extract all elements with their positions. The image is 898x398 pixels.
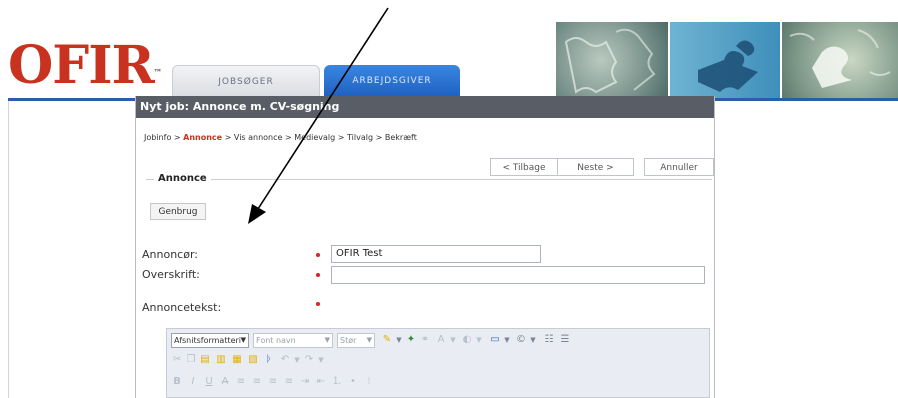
highlight-pen-icon[interactable]: ✎ — [381, 334, 393, 346]
breadcrumb-separator: > — [224, 133, 232, 142]
back-button[interactable]: < Tilbage — [490, 158, 558, 176]
next-button[interactable]: Neste > — [558, 158, 634, 176]
background-color-icon[interactable]: ◐ — [461, 334, 473, 346]
paste-word-icon[interactable]: ▦ — [231, 354, 243, 366]
unordered-list-icon[interactable]: • — [347, 376, 359, 388]
cut-icon[interactable]: ✂ — [171, 354, 183, 366]
chevron-down-icon: ▼ — [240, 336, 246, 344]
font-name-value: Font navn — [256, 336, 296, 345]
font-color-icon[interactable]: A — [435, 334, 447, 346]
font-size-select[interactable]: Stør ▼ — [337, 333, 375, 348]
breadcrumb-separator: > — [285, 133, 292, 142]
page-break-icon[interactable]: ☰ — [559, 334, 571, 346]
annoncor-field[interactable]: OFIR Test — [331, 245, 541, 263]
chevron-down-icon: ▼ — [366, 336, 372, 344]
puzzle-banner-image-2 — [670, 22, 780, 98]
align-center-icon[interactable]: ≡ — [251, 376, 263, 388]
paragraph-format-select[interactable]: Afsnitsformatteri ▼ — [171, 333, 249, 348]
underline-icon[interactable]: U — [203, 376, 215, 388]
tab-arbejdsgiver-label: ARBEJDSGIVER — [352, 76, 432, 86]
overskrift-field[interactable] — [331, 266, 705, 284]
puzzle-banner-image-3 — [782, 22, 898, 98]
paste-html-icon[interactable]: ▧ — [247, 354, 259, 366]
breadcrumb-item-annonce[interactable]: Annonce — [183, 133, 222, 142]
chevron-down-icon[interactable]: ▼ — [501, 334, 513, 346]
outdent-icon[interactable]: ⇤ — [315, 376, 327, 388]
font-size-value: Stør — [340, 336, 357, 345]
fieldset-divider — [146, 179, 712, 180]
chevron-down-icon[interactable]: ▼ — [393, 334, 405, 346]
required-marker — [316, 302, 320, 306]
section-legend: Annonce — [154, 173, 211, 184]
annoncetekst-label: Annoncetekst: — [142, 301, 222, 314]
chevron-down-icon[interactable]: ▼ — [315, 354, 327, 366]
editor-toolbar-row-1: Afsnitsformatteri ▼ Font navn ▼ Stør ▼ ✎… — [171, 331, 707, 349]
annoncetekst-editor[interactable]: Afsnitsformatteri ▼ Font navn ▼ Stør ▼ ✎… — [166, 328, 710, 398]
redo-icon[interactable]: ↷ — [303, 354, 315, 366]
ofir-logo[interactable]: OFIR™ — [8, 40, 162, 92]
strikethrough-icon[interactable]: A — [219, 376, 231, 388]
align-justify-icon[interactable]: ≡ — [283, 376, 295, 388]
left-rule — [8, 101, 9, 398]
job-form-panel: Nyt job: Annonce m. CV-søgning Jobinfo >… — [135, 96, 715, 398]
genbrug-button[interactable]: Genbrug — [150, 203, 206, 220]
indent-icon[interactable]: ⇥ — [299, 376, 311, 388]
logo-text: OFIR — [8, 35, 155, 96]
align-right-icon[interactable]: ≡ — [267, 376, 279, 388]
source-view-icon[interactable]: ☷ — [543, 334, 555, 346]
breadcrumb-item-vis-annonce[interactable]: Vis annonce — [234, 133, 283, 142]
editor-toolbar-row-2: ✂ ❐ ▤ ▥ ▦ ▧ ᚦ ↶ ▼ ↷ ▼ — [171, 351, 707, 369]
link-icon[interactable]: ⚭ — [419, 334, 431, 346]
chevron-down-icon[interactable]: ▼ — [473, 334, 485, 346]
breadcrumb-item-tilvalg[interactable]: Tilvalg — [347, 133, 373, 142]
overskrift-label: Overskrift: — [142, 268, 200, 281]
paragraph-format-value: Afsnitsformatteri — [174, 336, 242, 345]
tab-arbejdsgiver[interactable]: ARBEJDSGIVER — [324, 65, 460, 98]
breadcrumb-item-medievalg[interactable]: Medievalg — [294, 133, 335, 142]
chevron-down-icon[interactable]: ▼ — [527, 334, 539, 346]
breadcrumb: Jobinfo > Annonce > Vis annonce > Mediev… — [144, 133, 417, 142]
annoncor-label: Annoncør: — [142, 248, 198, 261]
tab-jobsoger-label: JOBSØGER — [218, 77, 274, 87]
panel-title: Nyt job: Annonce m. CV-søgning — [136, 96, 714, 118]
breadcrumb-separator: > — [375, 133, 383, 142]
chevron-down-icon: ▼ — [324, 336, 330, 344]
chevron-down-icon[interactable]: ▼ — [447, 334, 459, 346]
table-icon[interactable]: ▭ — [489, 334, 501, 346]
undo-icon[interactable]: ↶ — [279, 354, 291, 366]
breadcrumb-item-bekraeft[interactable]: Bekræft — [385, 133, 417, 142]
breadcrumb-separator: > — [337, 133, 345, 142]
breadcrumb-separator: > — [173, 133, 181, 142]
required-marker — [316, 273, 320, 277]
cancel-button[interactable]: Annuller — [644, 158, 714, 176]
text-color-icon[interactable]: ✦ — [405, 334, 417, 346]
chevron-down-icon[interactable]: ▼ — [291, 354, 303, 366]
bold-icon[interactable]: B — [171, 376, 183, 388]
ordered-list-icon[interactable]: ⒈ — [331, 376, 343, 388]
special-char-icon[interactable]: © — [515, 334, 527, 346]
editor-toolbar-row-3: B I U A ≡ ≡ ≡ ≡ ⇥ ⇤ ⒈ • ⁝ — [171, 373, 707, 391]
font-name-select[interactable]: Font navn ▼ — [253, 333, 333, 348]
paste-text-icon[interactable]: ▥ — [215, 354, 227, 366]
align-left-icon[interactable]: ≡ — [235, 376, 247, 388]
puzzle-banner-image-1 — [556, 22, 668, 98]
italic-icon[interactable]: I — [187, 376, 199, 388]
bullet-list-icon[interactable]: ⁝ — [363, 376, 375, 388]
paste-icon[interactable]: ▤ — [199, 354, 211, 366]
required-marker — [316, 253, 320, 257]
logo-tm: ™ — [153, 67, 162, 77]
find-replace-icon[interactable]: ᚦ — [263, 354, 275, 366]
tab-jobsoger[interactable]: JOBSØGER — [172, 65, 320, 98]
copy-icon[interactable]: ❐ — [185, 354, 197, 366]
breadcrumb-item-jobinfo[interactable]: Jobinfo — [144, 133, 171, 142]
